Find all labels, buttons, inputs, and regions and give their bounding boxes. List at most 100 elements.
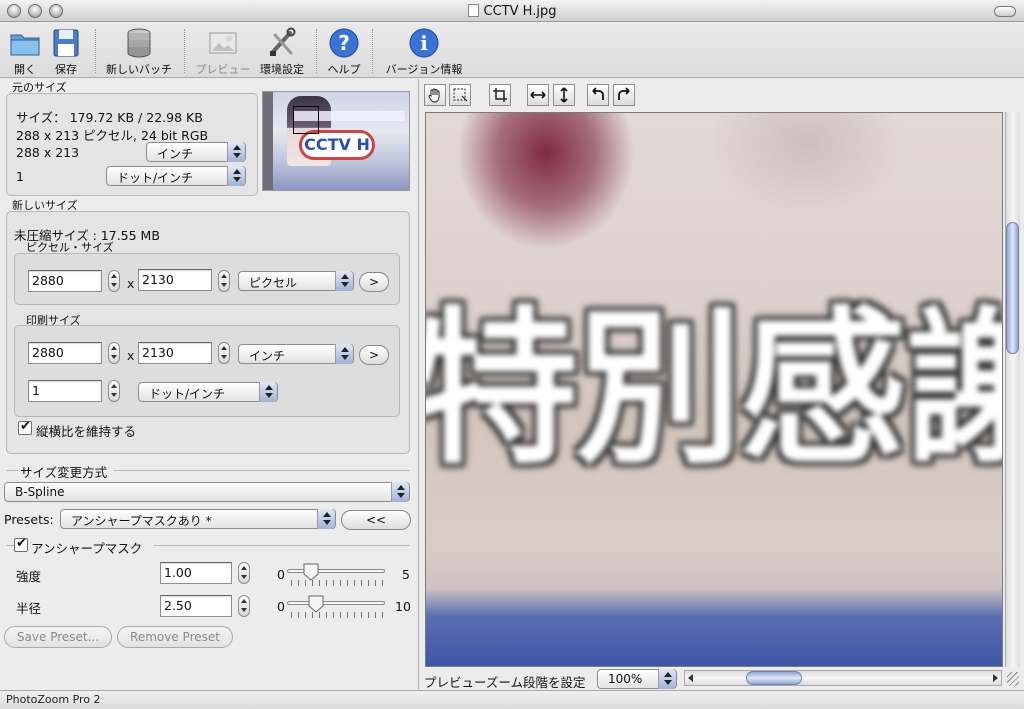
presets-label: Presets: (4, 512, 54, 527)
zoom-level-label: プレビューズーム段階を設定 (424, 675, 586, 690)
pixel-unit-value: ピクセル (249, 276, 298, 290)
radius-max: 10 (395, 599, 411, 614)
unsharp-mask-checkbox[interactable] (14, 536, 28, 552)
print-unit-select[interactable]: インチ (238, 344, 354, 364)
pixel-width-stepper[interactable] (108, 270, 120, 292)
hand-icon (428, 88, 440, 103)
print-resolution-stepper[interactable] (108, 380, 120, 402)
hand-tool-button[interactable] (424, 84, 446, 106)
print-height-input[interactable]: 2130 (138, 342, 212, 364)
marquee-tool-button[interactable] (449, 84, 471, 106)
thumbnail-view-rectangle[interactable] (293, 106, 319, 134)
toolbar-separator (184, 29, 185, 73)
crop-icon (493, 88, 507, 102)
vertical-scrollbar[interactable] (1005, 112, 1020, 667)
print-width-input[interactable]: 2880 (28, 342, 102, 364)
presets-value: アンシャープマスクあり * (71, 514, 212, 528)
scroll-left-arrow-icon[interactable] (688, 674, 693, 682)
original-dimensions: 288 x 213 (16, 145, 80, 160)
folder-icon (10, 34, 40, 56)
times-sign-print: x (127, 348, 135, 363)
crop-tool-button[interactable] (489, 84, 511, 106)
new-batch-button[interactable]: 新しいバッチ (104, 25, 174, 77)
print-height-stepper[interactable] (218, 342, 230, 364)
remove-preset-button[interactable]: Remove Preset (117, 626, 233, 648)
times-sign: x (127, 276, 135, 291)
original-resolution-unit-select[interactable]: ドット/インチ (106, 166, 246, 186)
rotate-left-button[interactable] (587, 84, 609, 106)
toolbar-toggle-button[interactable] (994, 6, 1016, 17)
app-name: PhotoZoom Pro 2 (6, 693, 101, 706)
strength-input[interactable]: 1.00 (160, 562, 232, 584)
chevron-updown-icon (259, 382, 277, 402)
preview-canvas[interactable]: 特別感謝 (425, 112, 1003, 667)
pixel-width-input[interactable]: 2880 (28, 270, 102, 292)
print-resolution-unit-select[interactable]: ドット/インチ (138, 382, 278, 402)
horizontal-arrows-icon (530, 91, 546, 99)
save-button[interactable]: 保存 (48, 25, 84, 77)
thumbnail-badge: CCTV H (299, 130, 375, 160)
toolbar-separator (316, 29, 317, 73)
status-bar: PhotoZoom Pro 2 (0, 690, 1024, 709)
pixel-height-stepper[interactable] (218, 270, 230, 292)
resize-method-section-label: サイズ変更方式 (20, 465, 108, 480)
strength-slider-track[interactable] (287, 569, 385, 573)
resize-method-select[interactable]: B-Spline (4, 482, 410, 502)
fit-height-button[interactable] (553, 84, 575, 106)
document-icon (467, 4, 479, 17)
radius-slider-knob[interactable] (308, 595, 324, 613)
chevron-updown-icon (391, 482, 409, 502)
help-label: ヘルプ (327, 63, 361, 76)
strength-slider-knob[interactable] (303, 563, 319, 581)
pixel-size-arrow-button[interactable]: > (359, 272, 389, 292)
toolbar-separator (95, 29, 96, 73)
save-label: 保存 (55, 63, 77, 76)
presets-select[interactable]: アンシャープマスクあり * (60, 509, 336, 529)
preset-collapse-button[interactable]: << (341, 510, 411, 530)
vertical-scroll-thumb[interactable] (1006, 222, 1019, 354)
pixel-unit-select[interactable]: ピクセル (238, 271, 354, 291)
print-width-stepper[interactable] (108, 342, 120, 364)
svg-text:i: i (420, 31, 428, 55)
print-resolution-input[interactable]: 1 (28, 380, 102, 402)
radius-slider-track[interactable] (287, 601, 385, 605)
preview-blurred-text: 特別感謝 (425, 291, 1002, 487)
resize-grip[interactable] (1007, 672, 1019, 686)
horizontal-scrollbar[interactable] (684, 670, 1002, 686)
tools-icon (270, 27, 296, 56)
open-button[interactable]: 開く (6, 25, 44, 77)
unsharp-mask-label: アンシャープマスク (31, 541, 143, 556)
pane-splitter[interactable] (418, 79, 419, 689)
chevron-updown-icon (317, 509, 335, 529)
strength-stepper[interactable] (238, 562, 250, 584)
pixel-height-input[interactable]: 2130 (138, 269, 212, 291)
original-unit-select[interactable]: インチ (146, 142, 246, 162)
toolbar-separator (372, 29, 373, 73)
help-button[interactable]: ? ヘルプ (324, 25, 364, 77)
original-file-size: サイズ： 179.72 KB / 22.98 KB (16, 110, 203, 125)
radius-stepper[interactable] (238, 595, 250, 617)
chevron-updown-icon (227, 142, 245, 162)
print-size-arrow-button[interactable]: > (359, 345, 389, 365)
title-bar: CCTV H.jpg (0, 0, 1024, 22)
save-preset-button[interactable]: Save Preset... (4, 626, 112, 648)
horizontal-scroll-thumb[interactable] (746, 671, 802, 685)
window-title: CCTV H.jpg (0, 4, 1024, 19)
unsharp-rule-right (154, 545, 410, 546)
preferences-button[interactable]: 環境設定 (258, 25, 306, 77)
thumbnail-navigator[interactable]: CCTV H (262, 91, 410, 191)
rotate-right-button[interactable] (613, 84, 635, 106)
version-info-button[interactable]: i バージョン情報 (382, 25, 466, 77)
original-unit-value: インチ (157, 147, 194, 161)
keep-aspect-ratio-checkbox[interactable] (18, 419, 32, 435)
toolbar: 開く 保存 新しいバッチ プレビュー 環境設定 ? ヘルプ i バージョン情報 (0, 23, 1024, 78)
fit-width-button[interactable] (527, 84, 549, 106)
print-size-group (14, 325, 400, 417)
radius-slider-ticks (291, 612, 383, 618)
database-stack-icon (127, 28, 151, 58)
preview-button[interactable]: プレビュー (194, 25, 252, 77)
radius-input[interactable]: 2.50 (160, 595, 232, 617)
vertical-arrows-icon (560, 87, 568, 103)
zoom-select[interactable]: 100% (597, 669, 677, 689)
scroll-right-arrow-icon[interactable] (993, 674, 998, 682)
